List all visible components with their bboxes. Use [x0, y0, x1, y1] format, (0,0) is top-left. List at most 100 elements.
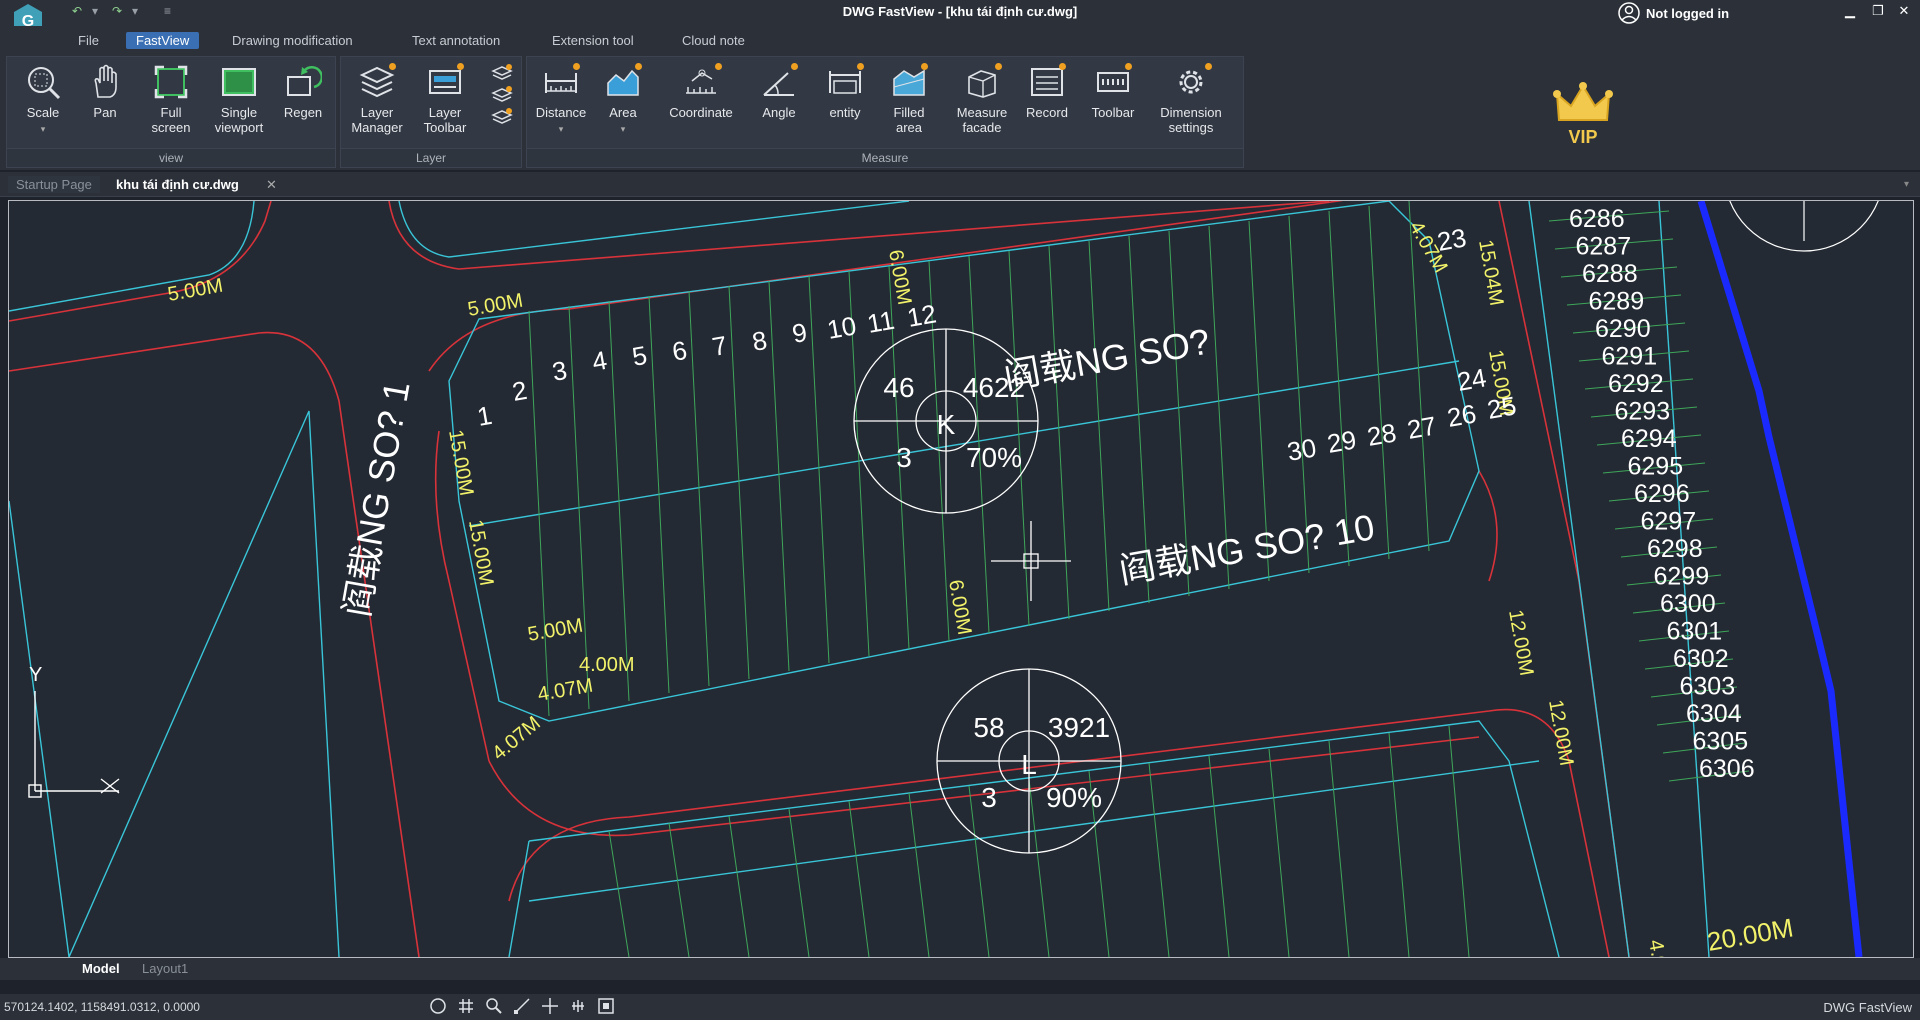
layer-manager-tool[interactable]: Layer Manager	[345, 63, 409, 135]
dimension-lot-front-2: 5.00M	[526, 615, 585, 646]
layer-toolbar-tool[interactable]: Layer Toolbar	[413, 63, 477, 135]
lot-number: 6288	[1582, 260, 1638, 288]
vip-dot-icon	[1125, 63, 1132, 70]
road-boundary-lines	[9, 201, 1630, 957]
snap-icon[interactable]	[428, 996, 448, 1016]
tab-startup-page[interactable]: Startup Page	[8, 176, 100, 193]
record-label: Record	[1026, 105, 1068, 120]
close-tab-icon[interactable]: ✕	[258, 176, 285, 194]
cursor-crosshair	[991, 521, 1071, 601]
svg-text:27: 27	[1405, 410, 1439, 445]
regen-tool[interactable]: Regen	[271, 63, 335, 120]
hand-pan-icon	[94, 64, 117, 98]
scale-label: Scale	[26, 105, 60, 120]
blue-boundary-line	[1697, 201, 1863, 957]
lot-outline-lines	[9, 201, 1710, 957]
scale-tool[interactable]: Scale ▾	[11, 63, 75, 137]
measure-facade-label: Measure facade	[956, 105, 1008, 135]
maximize-button[interactable]: ❐	[1868, 3, 1888, 21]
regen-icon	[287, 66, 322, 96]
menu-fastview[interactable]: FastView	[126, 32, 200, 49]
angle-tool[interactable]: Angle	[747, 63, 811, 120]
ucs-y-label: Y	[29, 664, 42, 686]
filled-area-label: Filled area	[893, 105, 925, 135]
lot-number: 6289	[1589, 288, 1645, 316]
dimension-settings-tool[interactable]: Dimension settings	[1151, 63, 1231, 135]
zoom-icon[interactable]	[484, 996, 504, 1016]
status-bar: 570124.1402, 1158491.0312, 0.0000 DWG Fa…	[0, 994, 1920, 1020]
record-tool[interactable]: Record	[1015, 63, 1079, 120]
svg-text:10: 10	[825, 310, 859, 345]
menu-cloud-note[interactable]: Cloud note	[674, 33, 753, 48]
drawing-canvas[interactable]: K 46 4622 3 70% L 58 3921 3 90% 阎载NG SO?…	[8, 200, 1914, 958]
single-viewport-icon	[222, 68, 256, 96]
close-button[interactable]: ✕	[1894, 3, 1914, 21]
layer-manager-label: Layer Manager	[351, 105, 403, 135]
filled-area-tool[interactable]: Filled area	[877, 63, 941, 135]
layout-tab-bar: Model Layout1	[0, 958, 1920, 980]
tab-active-drawing[interactable]: khu tái định cư.dwg	[108, 176, 247, 193]
dimension-lot-depth-5: 12.00M	[1504, 608, 1537, 678]
toolbar-tool[interactable]: Toolbar	[1081, 63, 1145, 120]
vip-dot-icon	[1205, 63, 1212, 70]
svg-text:1: 1	[475, 400, 494, 432]
layer-small-tools-icon[interactable]	[491, 63, 513, 135]
object-snap-icon[interactable]	[568, 996, 588, 1016]
menu-text-annotation[interactable]: Text annotation	[404, 33, 508, 48]
fit-view-icon[interactable]	[596, 996, 616, 1016]
dimension-setback: 4.00M	[579, 654, 635, 676]
lot-number: 6297	[1641, 508, 1697, 536]
lot-number: 6293	[1615, 398, 1671, 426]
coordinate-tool[interactable]: Coordinate	[663, 63, 739, 120]
block-l-labels: L 58 3921 3 90%	[973, 712, 1110, 813]
ortho-icon[interactable]	[512, 996, 532, 1016]
login-status[interactable]: Not logged in	[1618, 2, 1729, 24]
minimize-button[interactable]: ▁	[1840, 3, 1860, 21]
dimension-lot-front-3: 5.00M	[166, 275, 225, 306]
vip-dot-icon	[921, 63, 928, 70]
measure-group: Distance ▾ Area ▾ Coordinate Angle entity …	[526, 56, 1244, 168]
dimension-lot-depth: 15.00M	[444, 428, 477, 498]
menu-extension-tool[interactable]: Extension tool	[544, 33, 642, 48]
vip-badge[interactable]: VIP	[1548, 80, 1618, 155]
document-tab-bar: Startup Page khu tái định cư.dwg ✕ ▾	[0, 172, 1920, 197]
distance-tool[interactable]: Distance ▾	[529, 63, 593, 137]
polar-icon[interactable]	[540, 996, 560, 1016]
grid-icon[interactable]	[456, 996, 476, 1016]
vip-dot-icon	[995, 63, 1002, 70]
area-tool[interactable]: Area ▾	[591, 63, 655, 137]
svg-text:5: 5	[630, 340, 649, 372]
svg-text:4: 4	[590, 345, 609, 377]
svg-text:29: 29	[1325, 424, 1359, 459]
cad-drawing[interactable]: K 46 4622 3 70% L 58 3921 3 90% 阎载NG SO?…	[9, 201, 1913, 957]
entity-tool[interactable]: entity	[813, 63, 877, 120]
lot-number: 6292	[1608, 370, 1664, 398]
angle-label: Angle	[762, 105, 796, 120]
regen-label: Regen	[283, 105, 323, 120]
lot-number: 6304	[1686, 700, 1742, 728]
menu-file[interactable]: File	[70, 33, 107, 48]
dimension-corner-3: 4.07M	[536, 675, 595, 706]
svg-text:12: 12	[905, 298, 939, 333]
full-screen-tool[interactable]: Full screen	[139, 63, 203, 135]
block-l-top-right: 3921	[1048, 712, 1110, 743]
entity-label: entity	[829, 105, 861, 120]
layer-toolbar-label: Layer Toolbar	[423, 105, 467, 135]
block-k-bottom-right: 70%	[966, 442, 1022, 473]
tab-layout1[interactable]: Layout1	[142, 961, 188, 976]
measure-facade-tool[interactable]: Measure facade	[947, 63, 1017, 135]
menu-drawing-modification[interactable]: Drawing modification	[224, 33, 361, 48]
dimension-labels: 6.00M 6.00M 5.00M 5.00M 5.00M 15.00M 15.…	[166, 218, 1795, 958]
pan-tool[interactable]: Pan	[73, 63, 137, 120]
crown-icon	[1553, 82, 1613, 121]
svg-text:30: 30	[1285, 432, 1319, 467]
tab-model[interactable]: Model	[82, 961, 120, 976]
svg-text:6: 6	[670, 335, 689, 367]
area-label: Area	[609, 105, 637, 120]
single-viewport-tool[interactable]: Single viewport	[207, 63, 271, 135]
tab-list-dropdown-icon[interactable]: ▾	[1896, 178, 1917, 191]
circle-top-right	[1729, 201, 1879, 252]
svg-text:7: 7	[710, 330, 729, 362]
app-name: DWG FastView	[1823, 1000, 1912, 1015]
road-label-10: 阎载NG SO? 10	[1116, 506, 1377, 591]
